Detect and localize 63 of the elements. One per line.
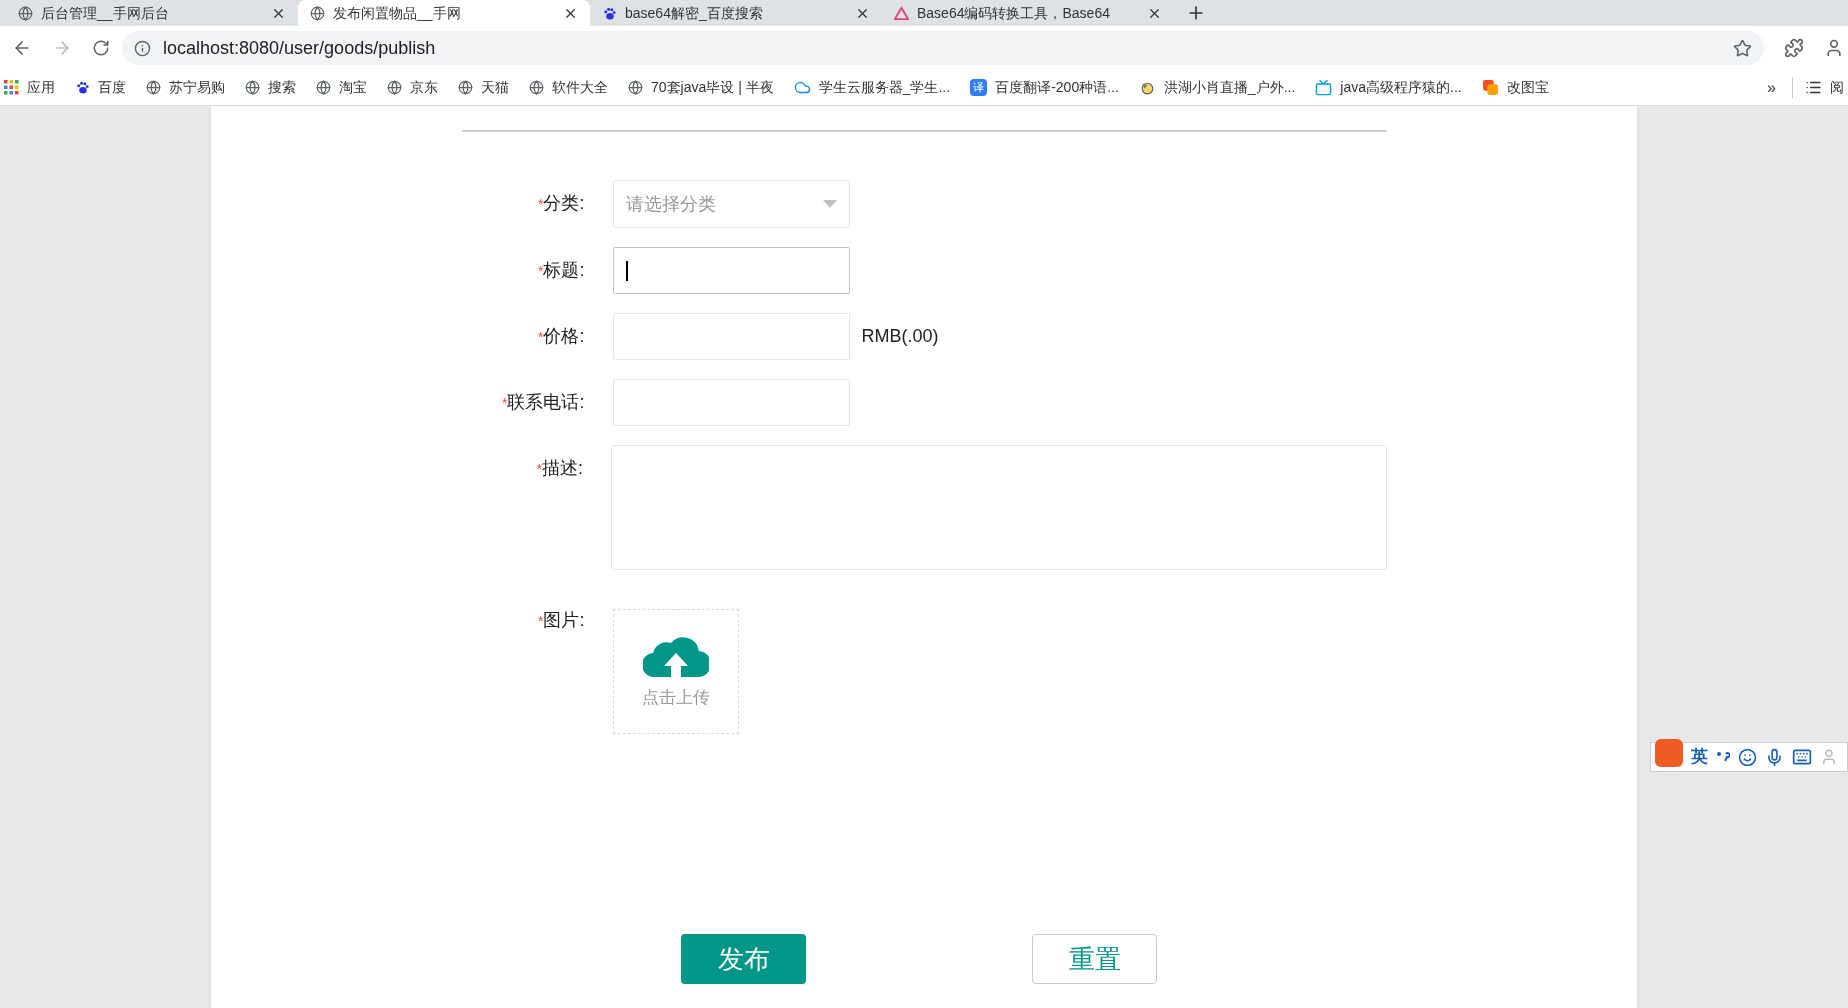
price-unit-label: RMB(.00) — [861, 325, 939, 348]
keyboard-icon[interactable] — [1792, 747, 1812, 767]
tv-icon — [1315, 79, 1333, 96]
globe-icon — [529, 80, 544, 95]
info-icon — [134, 39, 151, 57]
globe-icon — [316, 80, 331, 95]
list-icon — [1805, 79, 1822, 96]
bookmark[interactable]: 70套java毕设 | 半夜 — [628, 77, 774, 98]
bookmark[interactable]: 苏宁易购 — [146, 77, 225, 98]
globe-icon — [18, 5, 33, 21]
globe-icon — [458, 80, 473, 95]
input-mode-toggle[interactable]: 英 — [1691, 744, 1708, 770]
globe-icon — [628, 80, 643, 95]
profile-icon[interactable] — [1824, 38, 1844, 58]
translate-icon: 译 — [970, 79, 988, 96]
squares-icon — [1481, 79, 1499, 96]
paw-icon — [75, 80, 90, 95]
cloud-icon — [793, 79, 811, 96]
bookmark[interactable]: 学生云服务器_学生... — [793, 77, 951, 98]
text-field[interactable] — [612, 313, 850, 360]
publish-button[interactable]: 发布 — [681, 934, 806, 984]
bookmark[interactable]: 天猫 — [458, 77, 509, 98]
triangle-icon — [894, 5, 909, 21]
browser-tab[interactable]: 后台管理__手网后台 — [6, 0, 298, 26]
bookmark[interactable]: 百度 — [75, 77, 126, 98]
bookmark[interactable]: 应用 — [4, 77, 55, 98]
globe-icon — [146, 80, 161, 95]
apps-grid-icon — [4, 80, 19, 95]
paw-icon — [602, 5, 617, 21]
emoji-icon[interactable] — [1738, 747, 1757, 767]
reading-list[interactable]: 阅 — [1792, 77, 1844, 98]
bookmark[interactable]: 淘宝 — [316, 77, 367, 98]
reset-button[interactable]: 重置 — [1032, 934, 1157, 984]
text-cursor — [625, 260, 628, 281]
bookmark[interactable]: 改图宝 — [1481, 77, 1549, 98]
bookmark[interactable]: 洪湖小肖直播_户外... — [1138, 77, 1296, 98]
field-label: *图片: — [537, 609, 585, 632]
bookmarks-overflow[interactable]: » — [1767, 75, 1776, 100]
dropdown-caret-icon — [822, 200, 837, 208]
bookmark[interactable]: 搜索 — [245, 77, 296, 98]
text-field[interactable] — [612, 379, 850, 426]
text-field[interactable] — [612, 247, 850, 294]
field-label: *描述: — [535, 457, 583, 480]
bookmark[interactable]: 京东 — [387, 77, 438, 98]
bookmark-star-icon[interactable] — [1733, 38, 1752, 58]
bookmark[interactable]: 译 百度翻译-200种语... — [970, 77, 1119, 98]
address-bar[interactable]: localhost:8080/user/goods/publish — [122, 31, 1764, 65]
field-label: *标题: — [537, 259, 585, 282]
globe-icon — [310, 5, 325, 21]
reload-icon[interactable] — [92, 39, 110, 57]
browser-tab[interactable]: Base64编码转换工具，Base64 — [882, 0, 1174, 26]
extensions-icon[interactable] — [1784, 38, 1804, 58]
browser-tab[interactable]: base64解密_百度搜索 — [590, 0, 882, 26]
microphone-icon[interactable] — [1765, 747, 1784, 767]
globe-icon — [387, 80, 402, 95]
bookmark[interactable]: 软件大全 — [529, 77, 608, 98]
field-label: *分类: — [537, 192, 585, 215]
field-label: *价格: — [537, 325, 585, 348]
description-field[interactable] — [610, 445, 1387, 570]
field-label: *联系电话: — [501, 391, 585, 414]
globe-icon — [245, 80, 260, 95]
browser-tab[interactable]: 发布闲置物品__手网 — [298, 0, 590, 26]
bookmark[interactable]: java高级程序猿的... — [1315, 77, 1462, 98]
